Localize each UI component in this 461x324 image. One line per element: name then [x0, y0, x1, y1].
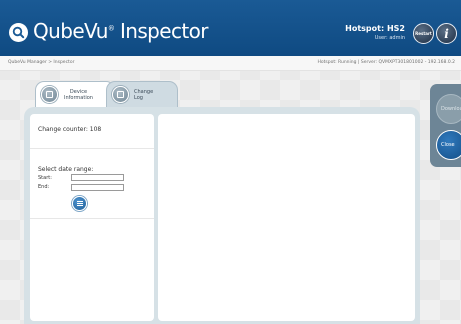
- breadcrumb: QubeVu Manager > Inspector: [8, 60, 75, 65]
- change-log-results-pane: [158, 114, 415, 321]
- show-log-button[interactable]: [72, 196, 87, 211]
- app-logo-text: QubeVu® Inspector: [33, 19, 208, 43]
- end-date-input[interactable]: [71, 184, 124, 191]
- date-range-heading: Select date range:: [38, 166, 94, 173]
- start-date-input[interactable]: [71, 174, 124, 181]
- start-label: Start:: [38, 175, 52, 181]
- divider: [30, 148, 154, 149]
- tab-device-information[interactable]: Device Information: [35, 81, 115, 107]
- info-button[interactable]: i: [436, 23, 457, 44]
- device-info-icon: [41, 86, 58, 103]
- action-panel: Download Close: [430, 84, 461, 167]
- download-button[interactable]: Download: [436, 94, 461, 124]
- hotspot-title: Hotspot: HS2: [345, 24, 405, 33]
- change-counter: Change counter: 108: [38, 126, 102, 133]
- user-label: User: admin: [374, 35, 405, 41]
- logo-search-icon: [9, 23, 28, 42]
- tab-change-log[interactable]: Change Log: [106, 81, 178, 107]
- app-header: QubeVu® Inspector Hotspot: HS2 User: adm…: [0, 0, 461, 56]
- tab-device-information-label: Device Information: [64, 88, 93, 101]
- close-button[interactable]: Close: [436, 130, 461, 160]
- restart-button[interactable]: Restart: [413, 23, 434, 44]
- change-log-filter-pane: Change counter: 108 Select date range: S…: [30, 114, 154, 321]
- tab-change-log-label: Change Log: [134, 88, 154, 101]
- server-status: Hotspot: Running | Server: QVMXPT3018010…: [317, 60, 455, 65]
- change-log-icon: [112, 86, 129, 103]
- status-bar: QubeVu Manager > Inspector Hotspot: Runn…: [0, 56, 461, 71]
- end-label: End:: [38, 184, 50, 190]
- app-suffix: Inspector: [114, 19, 209, 43]
- app-name: QubeVu: [33, 19, 108, 43]
- list-icon: [76, 201, 83, 202]
- divider: [30, 218, 154, 219]
